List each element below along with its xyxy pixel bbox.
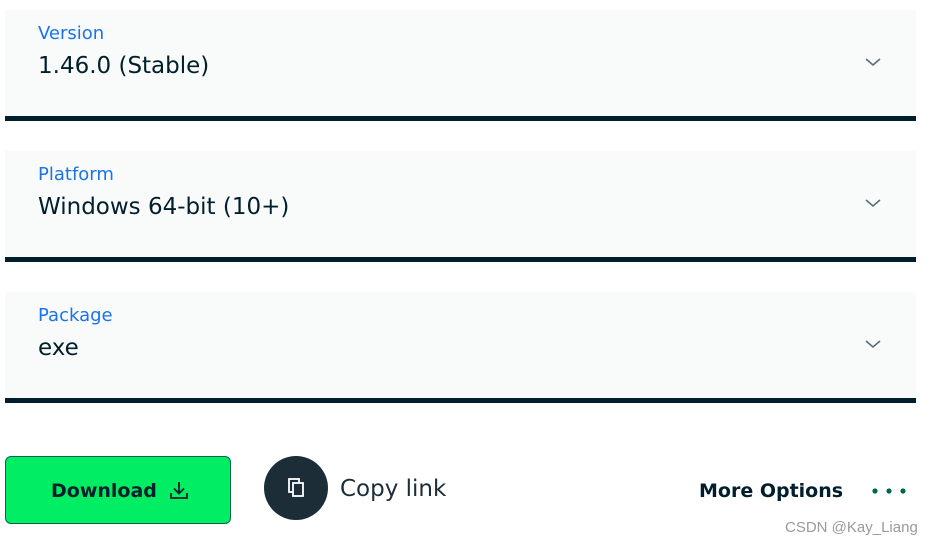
package-value: exe	[38, 335, 79, 361]
download-options-panel: Version 1.46.0 (Stable) Platform Windows…	[0, 0, 936, 544]
chevron-down-icon	[865, 199, 881, 208]
package-label: Package	[38, 305, 113, 326]
platform-label: Platform	[38, 164, 114, 185]
version-label: Version	[38, 23, 105, 44]
copy-link-label[interactable]: Copy link	[340, 476, 446, 502]
chevron-down-icon	[865, 340, 881, 349]
copy-icon	[288, 478, 304, 497]
download-button[interactable]: Download	[5, 456, 231, 524]
download-button-label: Download	[51, 480, 157, 502]
platform-select[interactable]: Platform Windows 64-bit (10+)	[5, 151, 916, 262]
platform-value: Windows 64-bit (10+)	[38, 194, 290, 220]
chevron-down-icon	[865, 58, 881, 67]
watermark-text: CSDN @Kay_Liang	[785, 519, 918, 536]
more-options-button[interactable]: More Options	[699, 480, 843, 502]
package-select[interactable]: Package exe	[5, 292, 916, 403]
copy-link-button[interactable]	[264, 456, 328, 520]
version-value: 1.46.0 (Stable)	[38, 53, 210, 79]
version-select[interactable]: Version 1.46.0 (Stable)	[5, 10, 916, 121]
ellipsis-icon[interactable]	[871, 486, 911, 496]
download-icon	[170, 482, 188, 499]
